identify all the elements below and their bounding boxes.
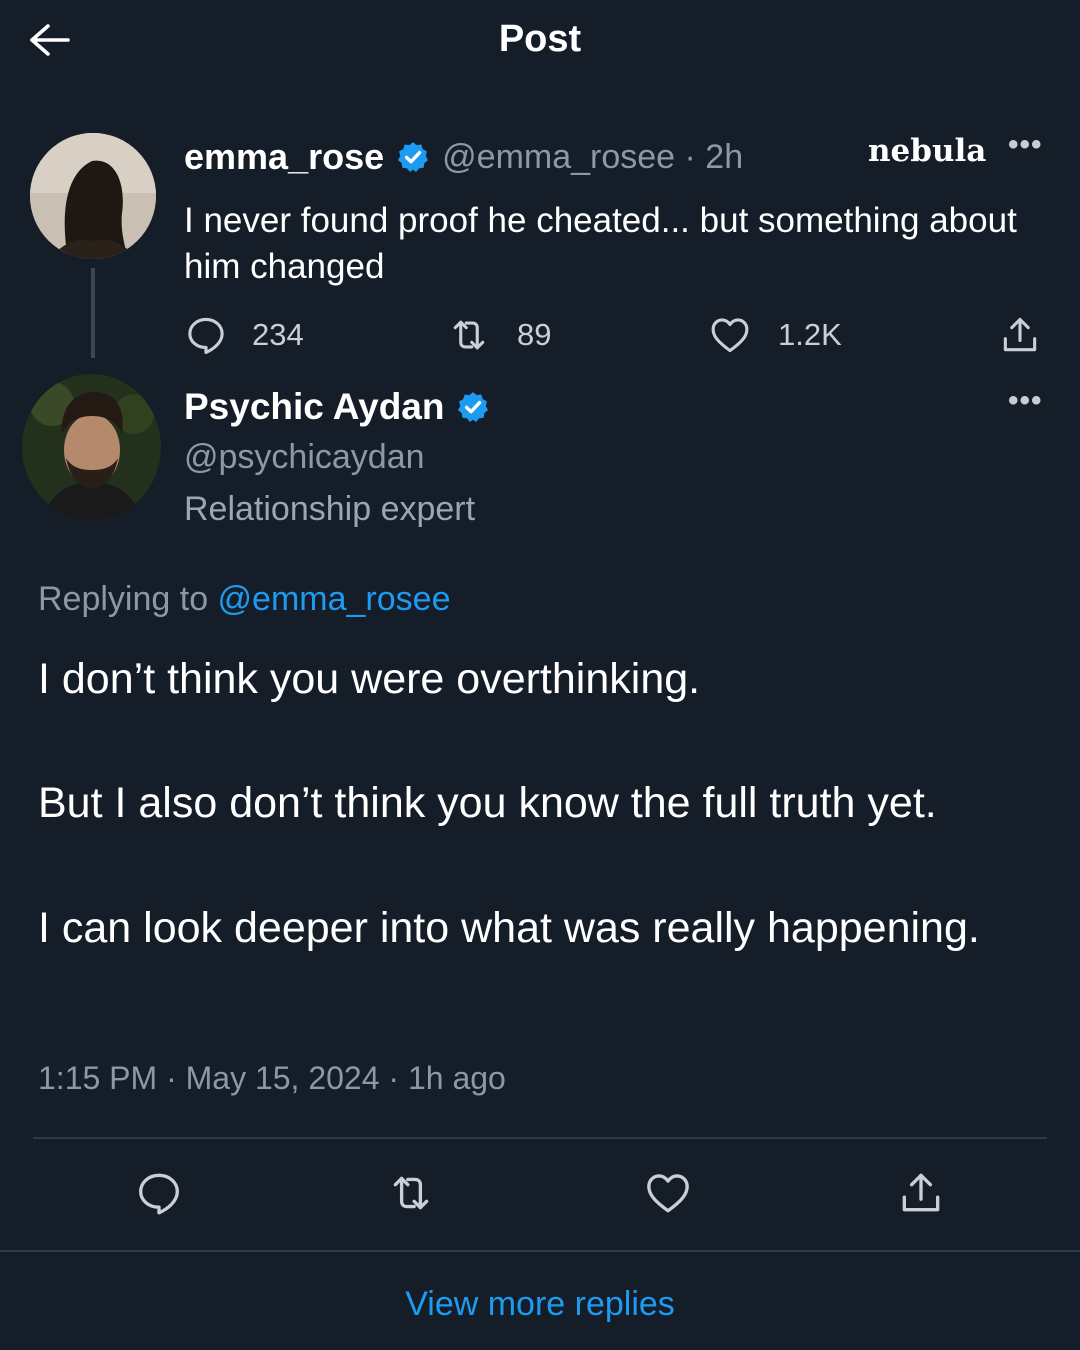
like-action[interactable]: 1.2K [708,310,842,360]
repost-count: 89 [517,317,552,352]
parent-author-row: emma_rose @emma_rosee · 2h [184,135,743,179]
avatar-emma-rose[interactable] [30,133,156,259]
view-more-replies-link[interactable]: View more replies [0,1285,1080,1324]
repost-icon [453,320,485,350]
reply-paragraph: But I also don’t think you know the full… [38,779,937,827]
like-icon [711,318,749,353]
reply-paragraph: I can look deeper into what was really h… [38,904,980,952]
reply-author-bio: Relationship expert [184,490,476,528]
share-icon[interactable] [896,1168,946,1218]
reply-author-row: Psychic Aydan [184,386,502,428]
reply-display-name[interactable]: Psychic Aydan [184,386,444,428]
like-count: 1.2K [778,317,842,352]
verified-badge-icon [458,392,489,423]
repost-action[interactable]: 89 [447,310,551,360]
divider [0,1250,1080,1252]
thread-line [91,268,95,358]
reply-icon [188,317,224,354]
header: Post [0,0,1080,84]
reply-paragraph: I don’t think you were overthinking. [38,655,701,703]
share-action[interactable] [998,310,1042,360]
reply-icon[interactable] [134,1168,184,1218]
divider [33,1137,1047,1139]
bottom-action-bar [0,1168,1080,1224]
replying-mention-link[interactable]: @emma_rosee [218,580,451,618]
reply-action[interactable]: 234 [184,310,304,360]
more-icon[interactable]: ••• [1008,128,1043,162]
avatar-psychic-aydan[interactable] [22,374,161,520]
more-icon[interactable]: ••• [1008,384,1043,418]
post-screen: Post emma_rose @emma_rosee · 2h nebula •… [0,0,1080,1350]
reply-timestamp: 1:15 PM · May 15, 2024 · 1h ago [38,1060,506,1096]
replying-prefix: Replying to [38,580,218,618]
like-icon[interactable] [643,1168,693,1218]
reply-count: 234 [252,317,304,352]
repost-icon[interactable] [386,1168,436,1218]
verified-badge-icon [398,142,429,173]
parent-post-text: I never found proof he cheated... but so… [184,201,1017,286]
brand-watermark: nebula [868,133,987,169]
parent-display-name[interactable]: emma_rose [184,136,384,178]
parent-handle-time: @emma_rosee · 2h [442,137,744,176]
reply-handle: @psychicaydan [184,438,425,476]
share-icon [1003,317,1037,352]
replying-to: Replying to @emma_rosee [38,580,450,619]
page-title: Post [498,18,582,60]
